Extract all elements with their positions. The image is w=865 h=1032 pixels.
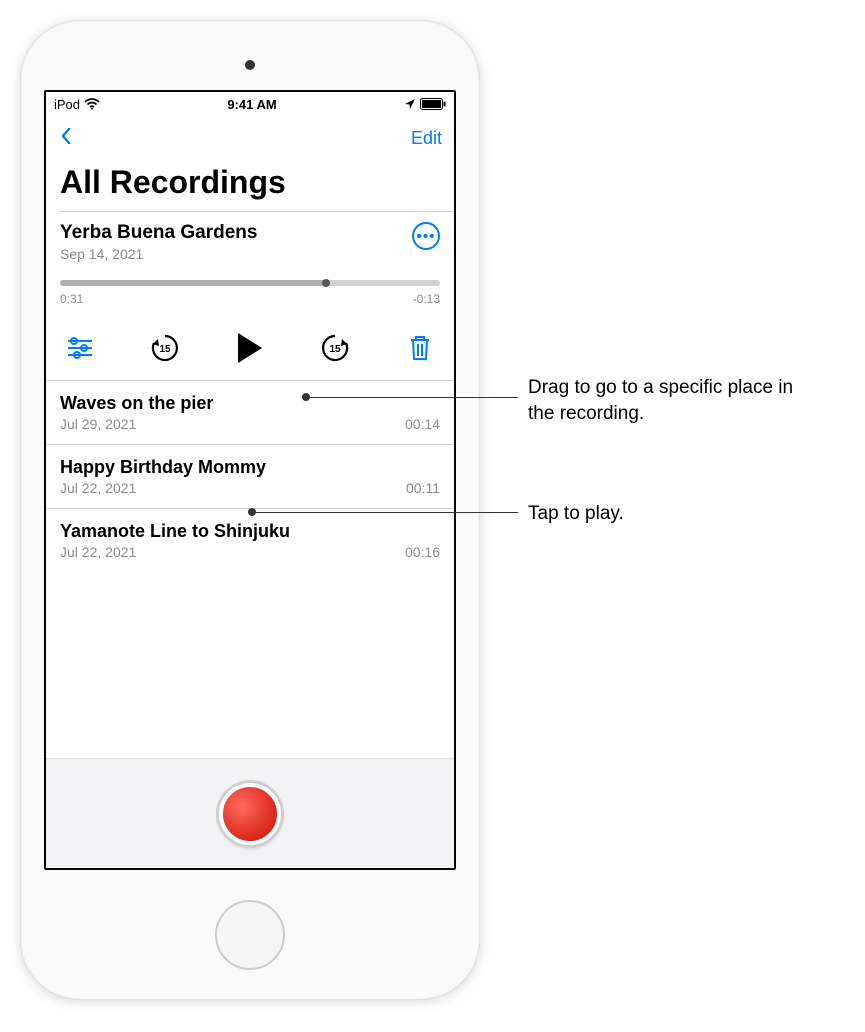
list-item[interactable]: Happy Birthday Mommy Jul 22, 2021 00:11 <box>46 445 454 509</box>
play-icon <box>238 333 262 363</box>
playback-scrubber[interactable] <box>60 280 440 286</box>
list-item[interactable]: Waves on the pier Jul 29, 2021 00:14 <box>46 381 454 445</box>
skip-forward-15-button[interactable]: 15 <box>315 328 355 368</box>
recordings-list[interactable]: Waves on the pier Jul 29, 2021 00:14 Hap… <box>46 381 454 758</box>
page-title: All Recordings <box>46 160 454 211</box>
recording-date: Jul 29, 2021 <box>60 416 136 432</box>
record-footer <box>46 758 454 868</box>
front-camera <box>245 60 255 70</box>
recording-title: Yamanote Line to Shinjuku <box>60 521 440 542</box>
recording-duration: 00:11 <box>406 480 440 496</box>
callout-leader <box>251 512 518 513</box>
options-button[interactable] <box>60 328 100 368</box>
edit-button[interactable]: Edit <box>411 128 442 149</box>
recording-duration: 00:16 <box>405 544 440 560</box>
recording-date: Jul 22, 2021 <box>60 544 136 560</box>
svg-text:15: 15 <box>159 344 171 355</box>
recording-date: Jul 22, 2021 <box>60 480 136 496</box>
skip-back-15-button[interactable]: 15 <box>145 328 185 368</box>
svg-text:15: 15 <box>329 344 341 355</box>
chevron-left-icon <box>58 128 74 144</box>
expanded-recording-date: Sep 14, 2021 <box>60 246 257 262</box>
delete-button[interactable] <box>400 328 440 368</box>
ellipsis-icon: ••• <box>417 228 436 245</box>
status-time: 9:41 AM <box>227 97 276 112</box>
recording-title: Happy Birthday Mommy <box>60 457 440 478</box>
recording-duration: 00:14 <box>405 416 440 432</box>
expanded-recording: Yerba Buena Gardens Sep 14, 2021 ••• 0:3… <box>46 212 454 381</box>
skip-forward-icon: 15 <box>319 332 351 364</box>
screen: iPod 9:41 AM Edit All Recordings Yerba B… <box>44 90 456 870</box>
callout-leader <box>305 397 518 398</box>
expanded-recording-title: Yerba Buena Gardens <box>60 222 257 244</box>
home-button[interactable] <box>215 900 285 970</box>
carrier-label: iPod <box>54 97 80 112</box>
remaining-time: -0:13 <box>413 292 440 306</box>
scrubber-knob-icon[interactable] <box>322 279 330 287</box>
record-button[interactable] <box>219 783 281 845</box>
skip-back-icon: 15 <box>149 332 181 364</box>
battery-icon <box>420 98 446 110</box>
play-button[interactable] <box>230 328 270 368</box>
status-bar: iPod 9:41 AM <box>46 92 454 116</box>
more-button[interactable]: ••• <box>412 222 440 250</box>
back-button[interactable] <box>58 128 74 149</box>
elapsed-time: 0:31 <box>60 292 83 306</box>
wifi-icon <box>84 98 100 110</box>
callout-scrubber: Drag to go to a specific place in the re… <box>528 375 818 426</box>
trash-icon <box>408 334 432 362</box>
scrubber-progress <box>60 280 326 286</box>
location-icon <box>404 98 416 110</box>
list-item[interactable]: Yamanote Line to Shinjuku Jul 22, 2021 0… <box>46 509 454 572</box>
nav-bar: Edit <box>46 116 454 160</box>
sliders-icon <box>66 336 94 360</box>
callout-play: Tap to play. <box>528 501 818 527</box>
